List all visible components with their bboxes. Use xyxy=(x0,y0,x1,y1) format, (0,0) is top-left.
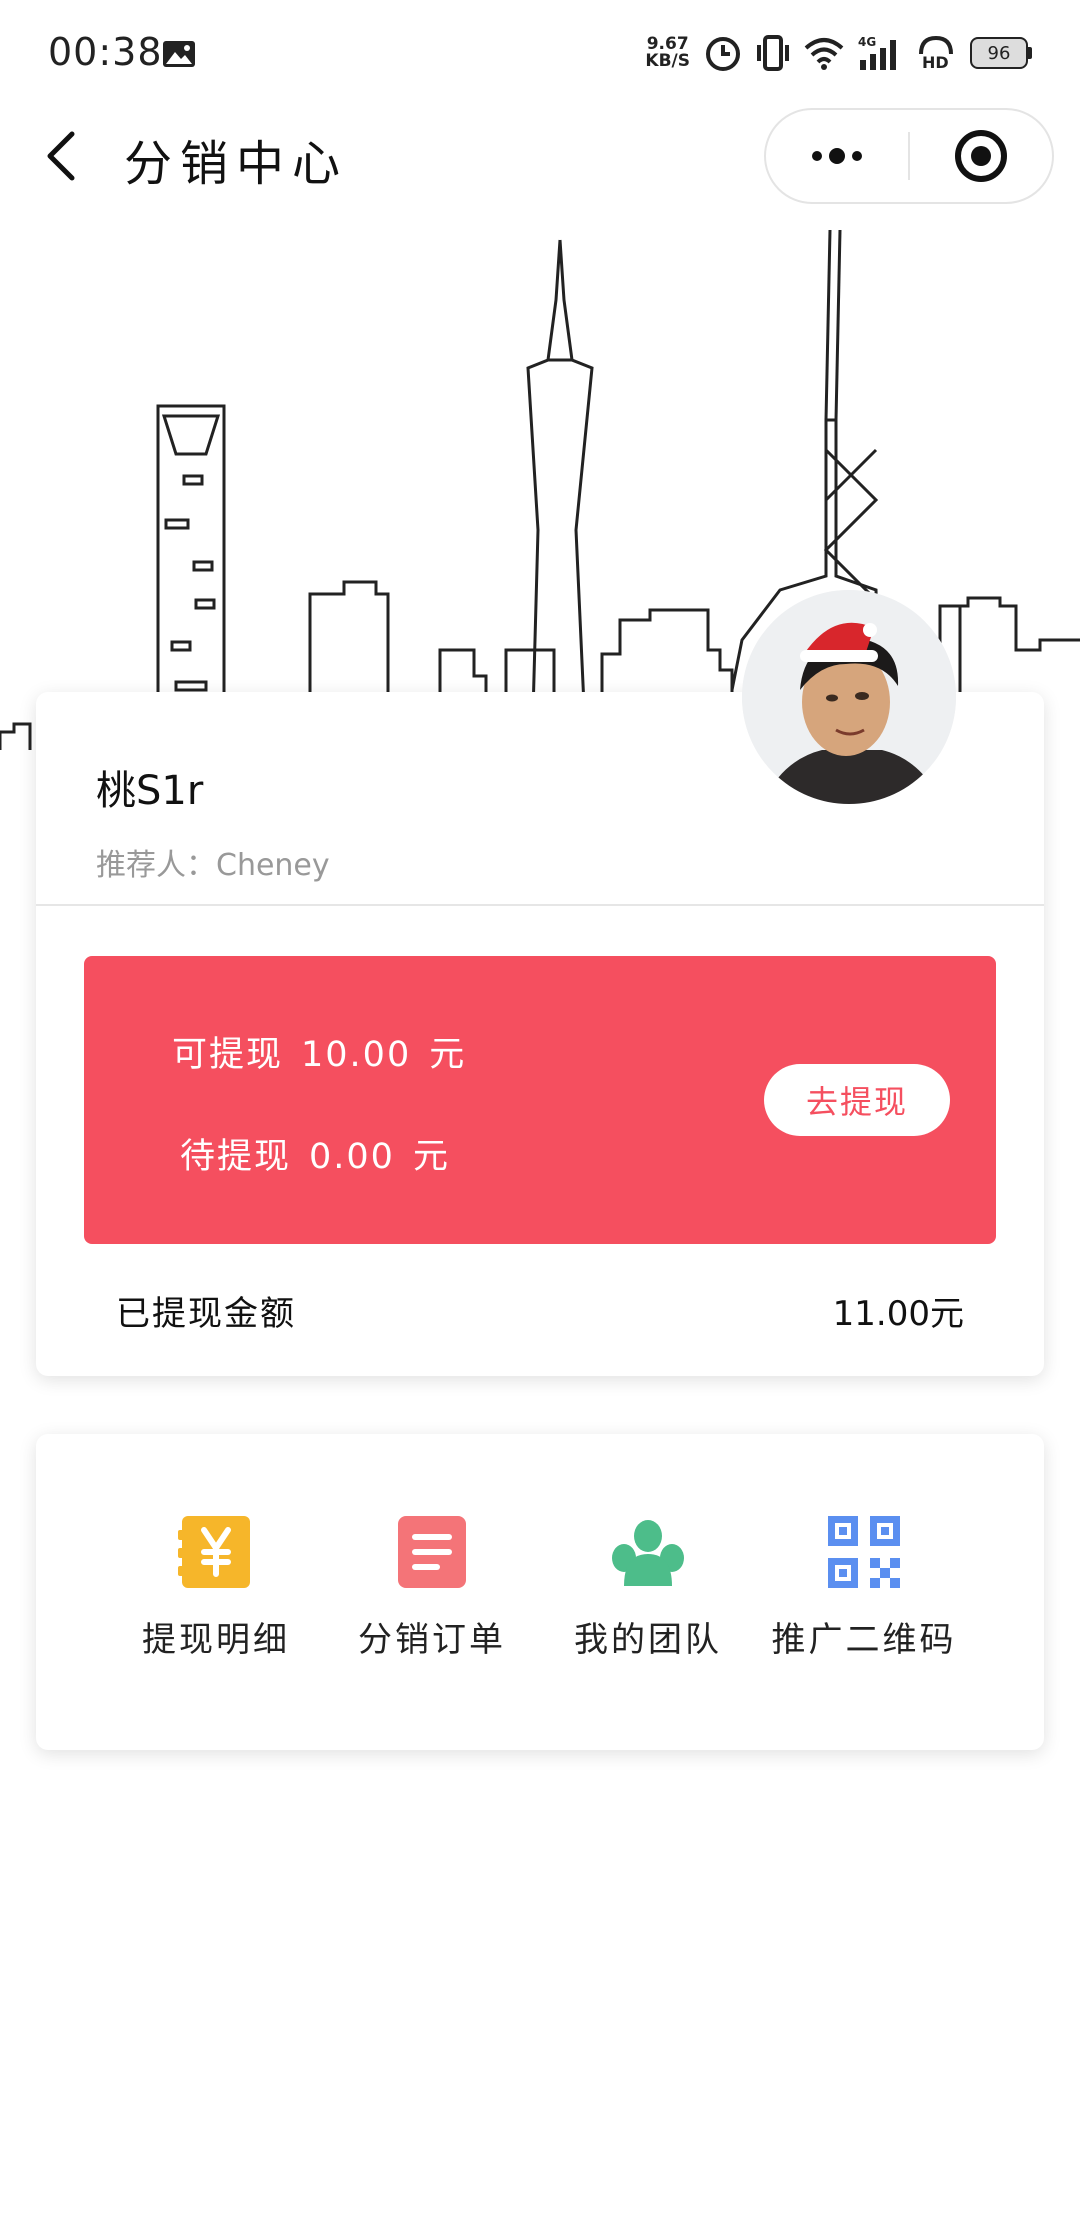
battery-level: 96 xyxy=(970,37,1028,69)
gallery-notification-icon xyxy=(163,41,195,67)
order-list-icon xyxy=(398,1516,466,1588)
qr-code-icon xyxy=(828,1516,900,1588)
user-avatar xyxy=(742,590,956,804)
more-dots-icon xyxy=(812,148,862,164)
menu-label-my-team: 我的团队 xyxy=(574,1620,722,1660)
pending-unit: 元 xyxy=(412,1137,450,1177)
svg-text:4G: 4G xyxy=(858,35,876,49)
withdrawn-total-row: 已提现金额 11.00元 xyxy=(36,1268,1044,1348)
more-button[interactable] xyxy=(766,110,908,202)
vibrate-icon xyxy=(757,35,789,71)
close-button[interactable] xyxy=(910,110,1052,202)
pending-amount: 0.00 xyxy=(309,1137,395,1177)
avatar-portrait-image xyxy=(742,590,956,804)
page-title: 分销中心 xyxy=(124,136,349,192)
available-amount: 10.00 xyxy=(301,1035,412,1075)
status-time: 00:38 xyxy=(48,30,163,74)
wifi-icon xyxy=(804,38,844,70)
available-balance-row: 可提现 10.00 元 xyxy=(172,1026,484,1077)
menu-label-distribution-orders: 分销订单 xyxy=(358,1620,506,1660)
mini-program-capsule xyxy=(764,108,1054,204)
battery-indicator: 96 xyxy=(970,37,1032,69)
menu-label-withdraw-details: 提现明细 xyxy=(142,1620,290,1660)
balance-panel: 可提现 10.00 元 待提现 0.00 元 去提现 xyxy=(84,956,996,1244)
referrer-label: 推荐人： xyxy=(96,848,216,883)
available-label: 可提现 xyxy=(172,1035,284,1075)
menu-item-distribution-orders[interactable]: 分销订单 xyxy=(322,1514,542,1661)
battery-tip xyxy=(1028,47,1032,59)
pending-label: 待提现 xyxy=(180,1137,292,1177)
referrer-name: Cheney xyxy=(216,848,330,883)
yen-wallet-icon xyxy=(178,1516,250,1588)
pending-balance-row: 待提现 0.00 元 xyxy=(180,1128,468,1179)
svg-text:HD: HD xyxy=(922,53,949,72)
menu-item-withdraw-details[interactable]: 提现明细 xyxy=(106,1514,326,1661)
menu-item-my-team[interactable]: 我的团队 xyxy=(538,1514,758,1661)
net-speed: 9.67 KB/S xyxy=(645,36,690,70)
withdraw-button[interactable]: 去提现 xyxy=(764,1064,950,1136)
status-bar: 00:38 9.67 KB/S 4G HD 96 xyxy=(0,0,1080,100)
team-icon xyxy=(612,1520,684,1586)
net-speed-unit: KB/S xyxy=(645,51,690,71)
withdrawn-label: 已提现金额 xyxy=(116,1294,296,1334)
withdrawn-amount: 11.00元 xyxy=(832,1294,964,1334)
signal-4g-icon: 4G xyxy=(858,35,896,70)
available-unit: 元 xyxy=(429,1035,467,1075)
nav-bar: 分销中心 xyxy=(0,100,1080,212)
card-divider xyxy=(36,904,1044,906)
function-menu-card: 提现明细 分销订单 我的团队 推广二维码 xyxy=(36,1434,1044,1750)
referrer: 推荐人：Cheney xyxy=(96,840,330,884)
close-target-icon xyxy=(955,130,1007,182)
alarm-icon xyxy=(706,37,740,71)
menu-label-promo-qr-code: 推广二维码 xyxy=(771,1620,957,1660)
back-arrow-icon[interactable] xyxy=(40,128,80,184)
menu-item-promo-qr-code[interactable]: 推广二维码 xyxy=(754,1514,974,1661)
headset-hd-icon: HD xyxy=(919,35,953,72)
user-name: 桃S1r xyxy=(96,768,204,814)
